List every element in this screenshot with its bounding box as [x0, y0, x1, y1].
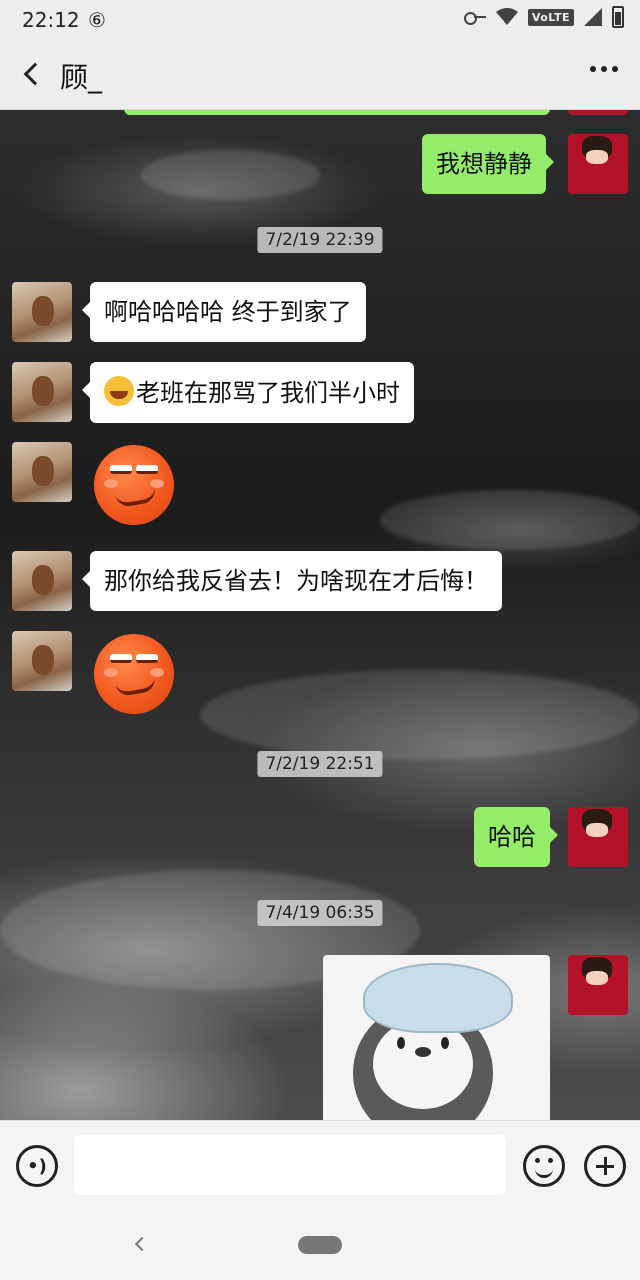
sticker-eye — [136, 654, 158, 663]
volte-badge: VoLTE — [527, 8, 574, 26]
friend-avatar[interactable] — [12, 362, 72, 422]
received-message-bubble[interactable]: 那你给我反省去！为啥现在才后悔！ — [82, 551, 502, 611]
crying-laughing-emoji-icon — [104, 376, 134, 406]
input-bar: •) — [0, 1120, 640, 1212]
penguin-eye — [397, 1037, 405, 1049]
timestamp: 7/2/19 22:51 — [257, 751, 383, 777]
friend-avatar[interactable] — [12, 282, 72, 342]
wave-decoration — [140, 150, 320, 200]
my-avatar[interactable] — [568, 110, 628, 115]
nav-back-icon — [134, 1236, 150, 1252]
message-input[interactable] — [74, 1135, 506, 1195]
received-message-bubble[interactable]: 啊哈哈哈哈 终于到家了 — [82, 282, 366, 342]
smirk-sticker[interactable] — [94, 634, 174, 714]
status-icons: VoLTE — [463, 6, 624, 28]
smirk-sticker[interactable] — [94, 445, 174, 525]
timestamp: 7/4/19 06:35 — [257, 900, 383, 926]
status-bar: 22:12 ⑥ VoLTE — [0, 0, 640, 38]
friend-avatar[interactable] — [12, 631, 72, 691]
sent-message-bubble[interactable]: 我想静静 — [422, 134, 554, 194]
penguin-eye — [441, 1037, 449, 1049]
my-avatar[interactable] — [568, 134, 628, 194]
timestamp: 7/2/19 22:39 — [257, 227, 383, 253]
voice-button[interactable]: •) — [16, 1145, 58, 1187]
status-time: 22:12 — [22, 8, 80, 32]
sticker-blush — [104, 668, 118, 677]
plus-button[interactable] — [584, 1145, 626, 1187]
sticker-eye — [136, 465, 158, 474]
penguin-hat — [363, 963, 513, 1033]
system-nav-bar — [0, 1212, 640, 1280]
more-dot — [612, 66, 618, 72]
sent-image-message[interactable] — [323, 955, 550, 1120]
chat-header: 顾_ — [0, 38, 640, 110]
more-button[interactable] — [590, 66, 618, 72]
sent-message-bubble[interactable]: 哈哈 — [474, 807, 558, 867]
friend-avatar[interactable] — [12, 551, 72, 611]
chevron-left-icon — [23, 62, 47, 86]
received-message-bubble[interactable]: 老班在那骂了我们半小时 — [82, 362, 414, 423]
more-dots-icon — [590, 66, 596, 72]
penguin-beak — [415, 1047, 431, 1057]
sticker-blush — [150, 668, 164, 677]
sync-icon: ⑥ — [88, 8, 106, 32]
my-avatar[interactable] — [568, 807, 628, 867]
key-icon — [463, 10, 486, 25]
sticker-blush — [150, 479, 164, 488]
voice-icon: •) — [27, 1155, 47, 1177]
chat-area[interactable]: 我想静静 7/2/19 22:39 啊哈哈哈哈 终于到家了 老班在那骂了我们半小… — [0, 110, 640, 1120]
partial-sent-bubble[interactable] — [124, 110, 550, 115]
my-avatar[interactable] — [568, 955, 628, 1015]
wave-decoration — [200, 670, 640, 760]
sticker-mouth — [115, 487, 157, 509]
sticker-eye — [110, 654, 132, 663]
sticker-mouth — [115, 676, 157, 698]
emoji-button[interactable] — [523, 1145, 565, 1187]
nav-home-button[interactable] — [298, 1236, 342, 1254]
battery-icon — [612, 6, 624, 28]
more-dot — [601, 66, 607, 72]
sticker-blush — [104, 479, 118, 488]
signal-icon — [584, 8, 602, 26]
sticker-eye — [110, 465, 132, 474]
back-button[interactable] — [14, 54, 50, 94]
friend-avatar[interactable] — [12, 442, 72, 502]
message-text: 老班在那骂了我们半小时 — [136, 379, 400, 407]
wave-decoration — [380, 490, 640, 550]
wifi-icon — [495, 8, 518, 25]
nav-back-button[interactable] — [132, 1236, 150, 1254]
chat-title: 顾_ — [60, 61, 103, 94]
